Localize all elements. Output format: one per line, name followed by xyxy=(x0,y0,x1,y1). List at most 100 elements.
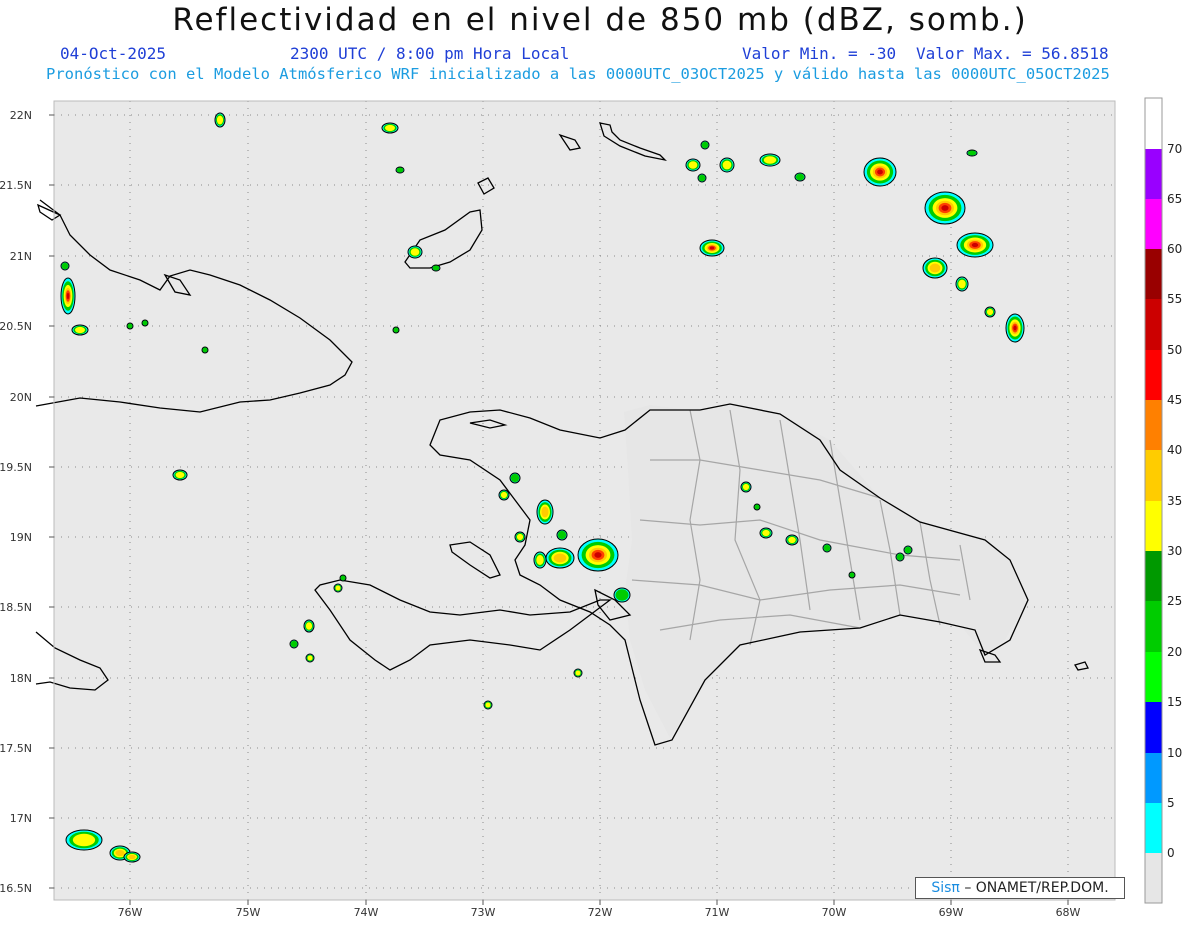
colorbar-swatch xyxy=(1145,249,1162,299)
min-value: Valor Min. = -30 xyxy=(742,44,897,63)
model-info: Pronóstico con el Modelo Atmósferico WRF… xyxy=(46,65,1110,83)
echo-cell xyxy=(115,849,125,857)
colorbar-label: 0 xyxy=(1167,846,1175,860)
lat-tick-label: 18N xyxy=(10,672,32,685)
colorbar-swatch xyxy=(1145,98,1162,149)
forecast-time: 2300 UTC / 8:00 pm Hora Local xyxy=(290,44,570,63)
lon-tick-label: 70W xyxy=(822,906,847,919)
echo-cell xyxy=(290,640,298,648)
echo-cell xyxy=(762,529,770,537)
colorbar-label: 25 xyxy=(1167,594,1182,608)
echo-cell xyxy=(142,320,148,326)
lat-tick-label: 16.5N xyxy=(0,882,32,895)
colorbar-label: 65 xyxy=(1167,192,1182,206)
lat-tick-label: 21N xyxy=(10,250,32,263)
echo-cell xyxy=(307,655,313,661)
echo-cell xyxy=(553,553,567,563)
echo-cell xyxy=(396,167,404,173)
echo-cell xyxy=(75,326,85,334)
echo-cell xyxy=(432,265,440,271)
echo-cell xyxy=(849,572,855,578)
echo-cell xyxy=(904,546,912,554)
colorbar-swatch xyxy=(1145,753,1162,803)
echo-cell xyxy=(216,115,224,125)
echo-cell xyxy=(541,506,549,518)
lat-tick-label: 21.5N xyxy=(0,179,32,192)
echo-cell xyxy=(485,702,491,708)
echo-cell xyxy=(877,169,883,175)
colorbar-swatch xyxy=(1145,149,1162,199)
echo-cell xyxy=(615,589,629,601)
echo-cell xyxy=(500,491,508,499)
echo-cell xyxy=(340,575,346,581)
lon-axis: 76W 75W 74W 73W 72W 71W 70W 69W 68W xyxy=(118,906,1081,919)
forecast-date: 04-Oct-2025 xyxy=(60,44,166,63)
sispi-logo: Sisπ xyxy=(931,880,960,896)
echo-cell xyxy=(788,536,796,544)
lat-tick-label: 22N xyxy=(10,109,32,122)
lon-tick-label: 75W xyxy=(236,906,261,919)
echo-cell xyxy=(967,150,977,156)
echo-cell xyxy=(516,533,524,541)
lat-tick-label: 19.5N xyxy=(0,461,32,474)
colorbar-swatch xyxy=(1145,853,1162,903)
lon-tick-label: 73W xyxy=(471,906,496,919)
colorbar-swatch xyxy=(1145,803,1162,853)
lon-tick-label: 74W xyxy=(354,906,379,919)
echo-cell xyxy=(1013,325,1017,331)
echo-cell xyxy=(594,552,602,558)
echo-cell xyxy=(335,585,341,591)
colorbar-label: 15 xyxy=(1167,695,1182,709)
colorbar-label: 60 xyxy=(1167,242,1182,256)
echo-cell xyxy=(742,483,750,491)
echo-cell xyxy=(305,622,313,630)
colorbar-label: 50 xyxy=(1167,343,1182,357)
colorbar-swatch xyxy=(1145,350,1162,400)
lon-tick-label: 72W xyxy=(588,906,613,919)
echo-cell xyxy=(536,555,544,565)
lat-tick-label: 17N xyxy=(10,812,32,825)
echo-cell xyxy=(754,504,760,510)
echo-cell xyxy=(72,833,96,847)
echo-cell xyxy=(410,248,420,256)
colorbar-swatch xyxy=(1145,199,1162,249)
lat-tick-label: 20N xyxy=(10,391,32,404)
max-value: Valor Max. = 56.8518 xyxy=(916,44,1109,63)
colorbar-label: 45 xyxy=(1167,393,1182,407)
lat-axis: 22N 21.5N 21N 20.5N 20N 19.5N 19N 18.5N … xyxy=(0,109,32,895)
colorbar-swatch xyxy=(1145,400,1162,450)
colorbar-label: 10 xyxy=(1167,746,1182,760)
lon-tick-label: 71W xyxy=(705,906,730,919)
echo-cell xyxy=(698,174,706,182)
echo-cell xyxy=(385,124,395,132)
lon-tick-label: 69W xyxy=(939,906,964,919)
colorbar-label: 55 xyxy=(1167,292,1182,306)
echo-cell xyxy=(795,173,805,181)
colorbar-swatch xyxy=(1145,652,1162,702)
echo-cell xyxy=(61,262,69,270)
lat-tick-label: 17.5N xyxy=(0,742,32,755)
echo-cell xyxy=(941,205,949,211)
colorbar-label: 30 xyxy=(1167,544,1182,558)
echo-cell xyxy=(510,473,520,483)
lat-tick-label: 19N xyxy=(10,531,32,544)
colorbar-swatch xyxy=(1145,601,1162,652)
colorbar-swatch xyxy=(1145,501,1162,551)
echo-cell xyxy=(929,263,941,273)
echo-cell xyxy=(763,156,777,164)
echo-cell xyxy=(175,471,185,479)
lat-tick-label: 20.5N xyxy=(0,320,32,333)
colorbar-label: 5 xyxy=(1167,796,1175,810)
echo-cell xyxy=(971,242,979,248)
credit-box: Sisπ – ONAMET/REP.DOM. xyxy=(915,877,1125,899)
echo-cell xyxy=(896,553,904,561)
colorbar-label: 20 xyxy=(1167,645,1182,659)
echo-cell xyxy=(128,854,136,860)
echo-cell xyxy=(202,347,208,353)
colorbar-swatch xyxy=(1145,450,1162,501)
echo-cell xyxy=(127,323,133,329)
colorbar-label: 70 xyxy=(1167,142,1182,156)
echo-cell xyxy=(393,327,399,333)
lon-tick-label: 68W xyxy=(1056,906,1081,919)
colorbar-label: 40 xyxy=(1167,443,1182,457)
